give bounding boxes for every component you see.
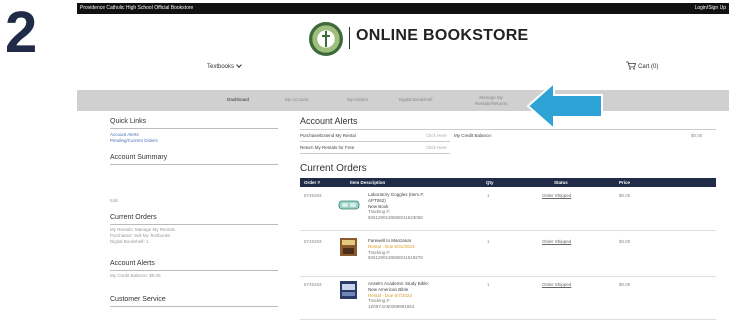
divider: [300, 129, 716, 130]
cart-label: Cart (0): [638, 64, 659, 70]
cart-icon: [626, 61, 637, 70]
account-alerts-title: Account Alerts: [300, 116, 358, 126]
divider: [110, 128, 278, 129]
return-rentals-click-here[interactable]: Click Here: [426, 145, 447, 150]
price: $0.00: [619, 239, 631, 244]
sidebar-link-pending-orders[interactable]: Pending/Current Orders: [110, 138, 158, 143]
brand-divider: [349, 27, 350, 49]
divider: [110, 164, 278, 165]
credit-balance-value: $0.00: [691, 133, 703, 138]
school-seal-icon[interactable]: [309, 22, 343, 56]
cart-link[interactable]: Cart (0): [626, 61, 658, 70]
col-status: Status: [554, 180, 568, 185]
table-row: 8749283 Laboratory Goggles (Item #: APT0…: [300, 189, 716, 231]
divider: [110, 306, 278, 307]
account-alerts-heading: Account Alerts: [110, 260, 155, 267]
divider: [300, 141, 450, 142]
current-orders-title: Current Orders: [300, 163, 367, 174]
login-link[interactable]: Login/Sign Up: [695, 3, 726, 14]
col-qty: Qty: [486, 180, 494, 185]
brand-title: ONLINE BOOKSTORE: [356, 27, 529, 44]
summary-edit-link[interactable]: Edit: [110, 198, 118, 204]
tracking-number[interactable]: 9261290128065011623058: [368, 215, 448, 221]
order-number: 8749283: [304, 193, 322, 198]
nav-digital-bookshelf[interactable]: Digital Bookshelf: [399, 97, 433, 102]
item-description: Anselm Academic Study Bible: New America…: [368, 281, 448, 310]
nav-manage-rentals-line1: Manage My: [479, 95, 503, 100]
status-link[interactable]: Order Shipped: [542, 282, 571, 287]
textbooks-dropdown[interactable]: Textbooks: [207, 62, 242, 70]
status-link[interactable]: Order Shipped: [542, 193, 571, 198]
nav-manage-rentals[interactable]: Manage My Rentals/Returns: [475, 95, 507, 106]
col-price: Price: [619, 180, 631, 185]
book-cover-thumbnail: [340, 238, 357, 256]
account-summary-heading: Account Summary: [110, 154, 168, 161]
order-number: 8749283: [304, 282, 322, 287]
step-number: 2: [5, 0, 38, 65]
browser-window: Providence Catholic High School Official…: [77, 3, 729, 322]
order-number: 8749283: [304, 239, 322, 244]
alert-row-purchase-extend: Purchase/Extend My Rental: [300, 133, 356, 138]
divider: [300, 319, 716, 320]
col-order: Order #: [304, 180, 321, 185]
school-name: Providence Catholic High School Official…: [80, 5, 194, 11]
nav-my-account[interactable]: My Account: [285, 97, 308, 102]
qty: 1: [487, 239, 490, 244]
alert-row-return-rentals: Return My Rentals for Free: [300, 145, 355, 150]
nav-dashboard[interactable]: Dashboard: [227, 97, 249, 102]
credit-balance-text: My Credit Balance: $0.00: [110, 273, 161, 278]
divider: [110, 224, 278, 225]
credit-balance-label: My Credit Balance:: [454, 133, 493, 138]
callout-arrow-icon: [526, 81, 603, 131]
book-cover-thumbnail: [340, 281, 357, 299]
top-bar: Providence Catholic High School Official…: [77, 3, 729, 14]
divider: [110, 270, 278, 271]
col-item: Item Description: [350, 180, 386, 185]
account-nav: Dashboard My Account My Orders Digital B…: [77, 90, 729, 111]
textbooks-label: Textbooks: [207, 64, 235, 70]
current-orders-heading: Current Orders: [110, 214, 157, 221]
chevron-down-icon: [236, 62, 242, 68]
divider: [300, 276, 716, 277]
quick-links-heading: Quick Links: [110, 118, 147, 125]
tracking-number[interactable]: 1Z09Y3A50399981554: [368, 304, 448, 310]
status-link[interactable]: Order Shipped: [542, 239, 571, 244]
tracking-number[interactable]: 9261290128065011618278: [368, 255, 448, 261]
nav-my-orders[interactable]: My Orders: [347, 97, 368, 102]
purchase-extend-click-here[interactable]: Click Here: [426, 133, 447, 138]
divider: [300, 153, 450, 154]
item-description: Laboratory Goggles (Item #: APT062) New …: [368, 192, 448, 221]
nav-manage-rentals-line2: Rentals/Returns: [475, 100, 508, 106]
current-orders-text-line3: Digital Bookshelf: 1: [110, 239, 149, 244]
price: $0.00: [619, 193, 631, 198]
divider: [300, 230, 716, 231]
goggles-thumbnail: [338, 200, 360, 210]
table-row: 8749283 Farewell to Manzanar Rental - Du…: [300, 235, 716, 277]
qty: 1: [487, 193, 490, 198]
orders-table-header: Order # Item Description Qty Status Pric…: [300, 178, 716, 187]
table-row: 8749283 Anselm Academic Study Bible: New…: [300, 278, 716, 320]
item-description: Farewell to Manzanar Rental - Due 5/31/2…: [368, 238, 448, 261]
customer-service-heading: Customer Service: [110, 296, 166, 303]
price: $0.00: [619, 282, 631, 287]
qty: 1: [487, 282, 490, 287]
sidebar-link-account-alerts[interactable]: Account Alerts: [110, 132, 139, 137]
